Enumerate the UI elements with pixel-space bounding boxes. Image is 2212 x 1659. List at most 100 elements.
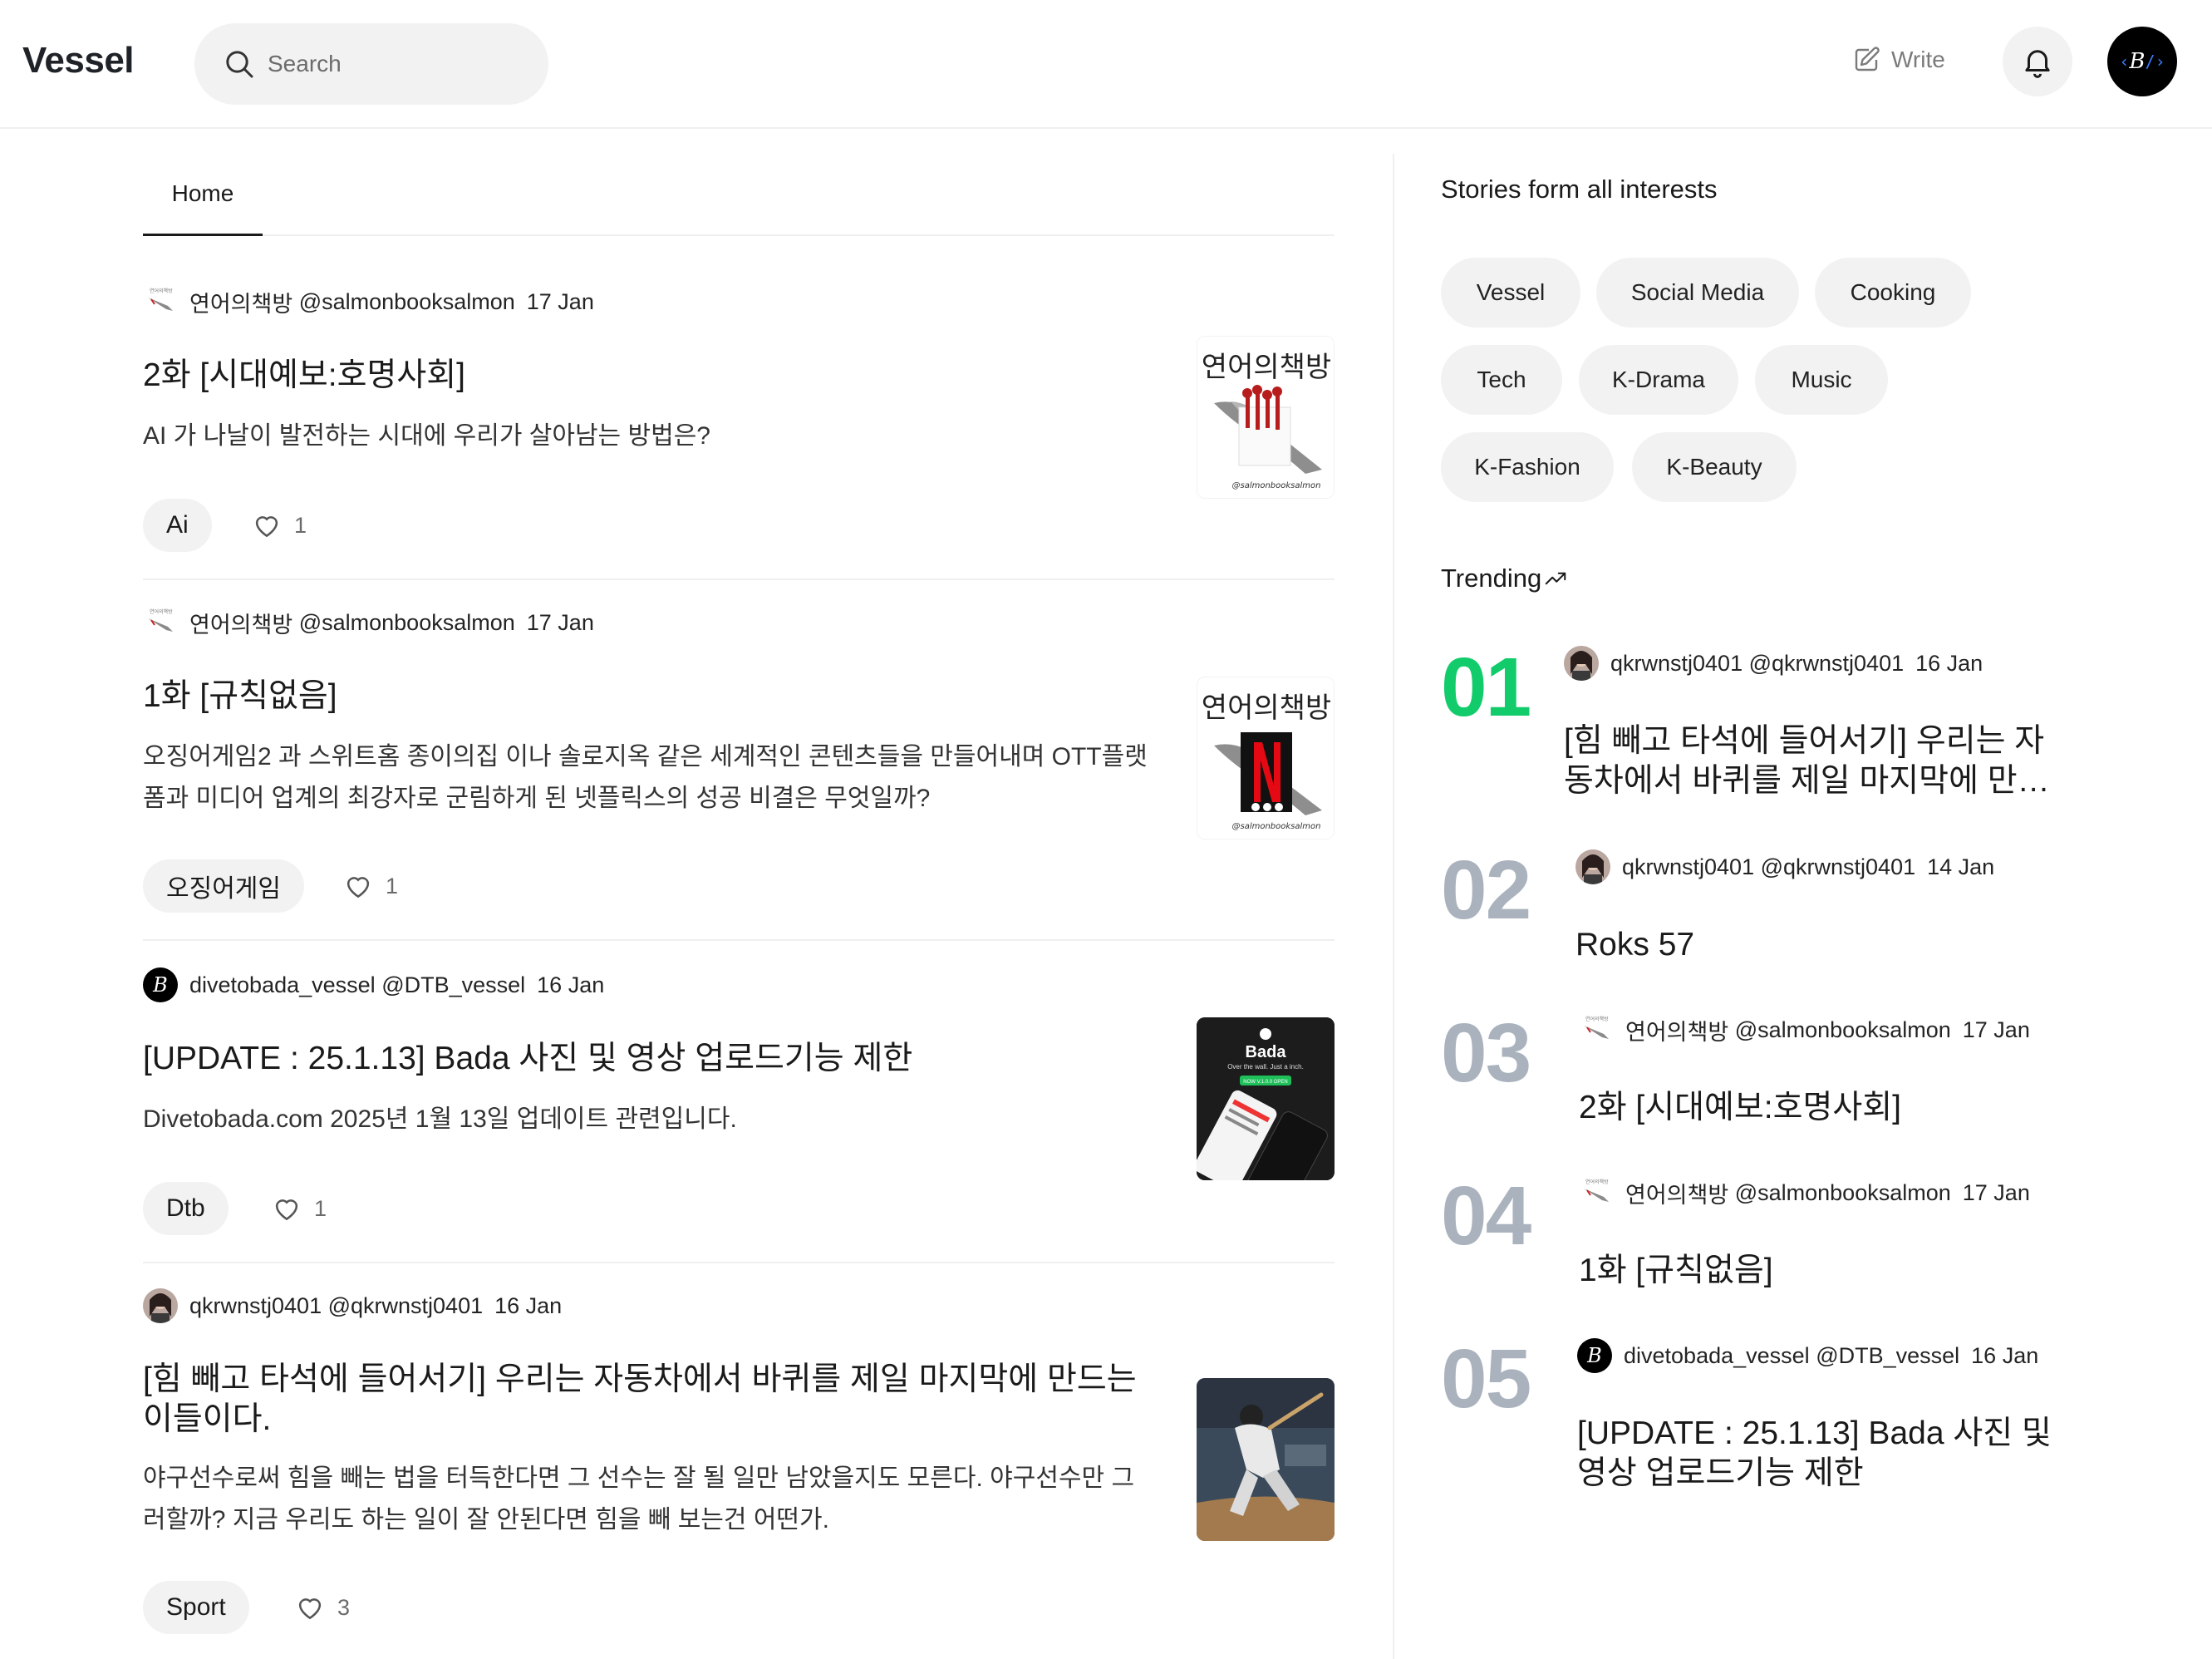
post-thumbnail[interactable] [1197,1378,1335,1541]
trending-author-name[interactable]: qkrwnstj0401 [1622,854,1754,880]
post-title[interactable]: [힘 빼고 타석에 들어서기] 우리는 자동차에서 바퀴를 제일 마지막에 만드… [143,1360,1157,1440]
topic-chip[interactable]: K-Beauty [1632,432,1797,502]
avatar-logo-letter: B [2129,49,2146,74]
author-avatar[interactable] [143,1288,178,1323]
topic-chip[interactable]: K-Drama [1579,345,1738,415]
trending-rank: 05 [1441,1332,1531,1425]
post-tag[interactable]: Sport [143,1581,249,1634]
trending-author-handle[interactable]: @DTB_vessel [1816,1343,1959,1369]
post-author-handle[interactable]: @salmonbooksalmon [299,610,515,636]
topic-chip[interactable]: Cooking [1815,258,1971,327]
thumb-salmon-handle: @salmonbooksalmon [1231,822,1320,831]
trending-author-handle[interactable]: @salmonbooksalmon [1735,1017,1951,1043]
trending-post-title[interactable]: Roks 57 [1575,925,2066,965]
post-description: Divetobada.com 2025년 1월 13일 업데이트 관련입니다. [143,1105,737,1133]
author-avatar[interactable]: 연어의책방 [1579,1012,1614,1047]
top-header: Vessel Write ‹B/› [0,0,2212,129]
trending-author-name[interactable]: 연어의책방 [1625,1177,1728,1209]
post-author-name[interactable]: qkrwnstj0401 [189,1293,322,1319]
author-avatar[interactable]: 연어의책방 [143,284,178,319]
topic-chip[interactable]: Vessel [1441,258,1580,327]
tab-home[interactable]: Home [143,153,263,236]
topic-chip[interactable]: Tech [1441,345,1562,415]
author-avatar[interactable]: 연어의책방 [1579,1175,1614,1210]
feed-post[interactable]: 연어의책방 연어의책방 @salmonbooksalmon 17 Jan 1화 … [143,600,1335,941]
trending-post-title[interactable]: [UPDATE : 25.1.13] Bada 사진 및 영상 업로드기능 제한 [1577,1414,2067,1494]
trending-date: 14 Jan [1927,854,1995,879]
post-title[interactable]: [UPDATE : 25.1.13] Bada 사진 및 영상 업로드기능 제한 [143,1039,1157,1079]
post-thumbnail[interactable]: 연어의책방 @salmonbooksalmon [1197,336,1335,499]
post-author-handle[interactable]: @DTB_vessel [381,972,525,998]
like-count: 3 [337,1594,351,1620]
topic-chip[interactable]: Social Media [1596,258,1799,327]
trending-rank: 03 [1441,1007,1531,1100]
post-author-meta: 연어의책방 연어의책방 @salmonbooksalmon 17 Jan [143,604,594,641]
author-avatar[interactable]: 연어의책방 [143,605,178,640]
trending-post-title[interactable]: [힘 빼고 타석에 들어서기] 우리는 자동차에서 바퀴를 제일 마지막에 만드… [1564,721,2054,801]
app-logo[interactable]: Vessel [22,40,135,81]
search-input[interactable] [268,51,517,77]
post-author-meta: B divetobada_vessel @DTB_vessel 16 Jan [143,967,604,1003]
post-description: 오징어게임2 과 스위트홈 종이의집 이나 솔로지옥 같은 세계적인 콘텐츠들을… [143,743,1148,812]
like-button[interactable]: 3 [294,1592,350,1623]
post-author-name[interactable]: 연어의책방 [189,607,292,639]
post-author-name[interactable]: divetobada_vessel [189,972,376,998]
heart-icon [255,516,278,538]
trending-author-meta: 연어의책방 연어의책방 @salmonbooksalmon 17 Jan [1579,1174,2030,1211]
trending-date: 17 Jan [1962,1179,2030,1205]
like-button[interactable]: 1 [271,1193,327,1224]
post-tag[interactable]: 오징어게임 [143,859,304,913]
trending-author-handle[interactable]: @salmonbooksalmon [1735,1180,1951,1206]
feed-tabs: Home [143,153,1335,236]
sidebar-divider [1393,154,1394,1659]
trending-date: 16 Jan [1971,1342,2039,1368]
trending-author-handle[interactable]: @qkrwnstj0401 [1761,854,1916,880]
bell-icon [2025,50,2050,78]
post-date: 17 Jan [526,609,594,635]
post-author-name[interactable]: 연어의책방 [189,286,292,318]
trending-post-title[interactable]: 1화 [규칙없음] [1579,1251,2069,1291]
write-button[interactable]: Write [1851,45,1945,75]
like-button[interactable]: 1 [342,870,398,902]
trending-author-name[interactable]: 연어의책방 [1625,1014,1728,1046]
post-author-handle[interactable]: @qkrwnstj0401 [328,1293,484,1319]
thumb-bada-button: NOW V.1.0.0 OPEN [1243,1080,1287,1085]
author-avatar[interactable]: B [1577,1338,1612,1373]
post-thumbnail[interactable]: Bada Over the wall. Just a inch. NOW V.1… [1197,1017,1335,1180]
thumb-salmon-handle: @salmonbooksalmon [1231,481,1320,490]
post-thumbnail[interactable]: 연어의책방 @salmonbooksalmon [1197,677,1335,839]
author-avatar[interactable] [1575,849,1610,884]
feed-post[interactable]: 연어의책방 연어의책방 @salmonbooksalmon 17 Jan 2화 … [143,279,1335,580]
heart-icon [347,877,370,898]
trending-rank: 04 [1441,1169,1531,1263]
notifications-button[interactable] [2003,27,2072,96]
feed-post[interactable]: qkrwnstj0401 @qkrwnstj0401 16 Jan [힘 빼고 … [143,1283,1335,1659]
post-tag[interactable]: Ai [143,499,212,552]
trending-post-title[interactable]: 2화 [시대예보:호명사회] [1579,1088,2069,1128]
post-title[interactable]: 2화 [시대예보:호명사회] [143,356,1157,396]
trending-label: Trending [1441,564,1542,593]
like-count: 1 [294,512,307,538]
topic-chip[interactable]: K-Fashion [1441,432,1614,502]
post-author-handle[interactable]: @salmonbooksalmon [299,289,515,315]
like-button[interactable]: 1 [251,510,307,541]
post-title[interactable]: 1화 [규칙없음] [143,677,1157,716]
trending-author-name[interactable]: divetobada_vessel [1624,1343,1810,1369]
trending-author-handle[interactable]: @qkrwnstj0401 [1749,651,1905,677]
author-avatar[interactable]: B [143,967,178,1002]
author-avatar[interactable] [1564,646,1599,681]
post-date: 16 Jan [537,972,605,997]
post-date: 16 Jan [494,1292,563,1318]
feed-post[interactable]: B divetobada_vessel @DTB_vessel 16 Jan [… [143,962,1335,1263]
topic-chip[interactable]: Music [1755,345,1888,415]
trending-arrow-icon [1545,572,1566,585]
user-avatar[interactable]: ‹ B/› [2107,27,2177,96]
search-bar[interactable] [194,23,548,105]
trending-author-name[interactable]: qkrwnstj0401 [1610,651,1743,677]
post-description: 야구선수로써 힘을 빼는 법을 터득한다면 그 선수는 잘 될 일만 남았을지도… [143,1465,1135,1533]
heart-icon [298,1598,322,1620]
search-icon [226,51,253,78]
post-tag[interactable]: Dtb [143,1182,229,1235]
post-description: AI 가 나날이 발전하는 시대에 우리가 살아남는 방법은? [143,422,710,450]
trending-date: 16 Jan [1915,650,1983,676]
